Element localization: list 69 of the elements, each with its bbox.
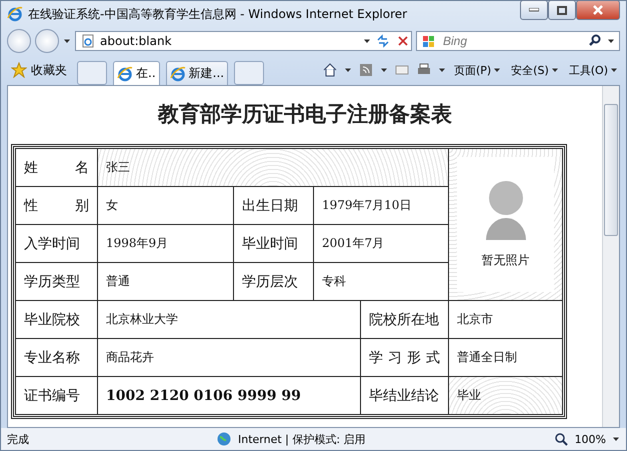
globe-icon <box>216 431 232 447</box>
field-value: 1002 2120 0106 9999 99 <box>98 377 361 415</box>
browser-tab[interactable]: 在.. <box>113 61 160 85</box>
star-icon <box>11 62 27 78</box>
caret-icon <box>363 37 371 45</box>
maximize-icon <box>557 6 567 14</box>
field-label: 毕业院校 <box>16 301 98 339</box>
caret-icon <box>612 435 620 443</box>
caret-icon <box>344 66 352 74</box>
ie-logo-icon <box>117 66 133 82</box>
address-field[interactable]: about:blank <box>75 31 412 51</box>
feed-icon <box>358 62 374 78</box>
field-value: 2001年7月 <box>314 225 449 263</box>
browser-tab[interactable]: 新建... <box>166 61 228 85</box>
field-label: 学历层次 <box>234 263 314 301</box>
ie-logo-icon <box>7 6 23 22</box>
zoom-level[interactable]: 100% <box>574 432 606 446</box>
caret-icon <box>550 66 559 74</box>
document-title: 教育部学历证书电子注册备案表 <box>158 101 452 128</box>
minimize-button[interactable] <box>520 0 548 20</box>
field-label: 专业名称 <box>16 339 98 377</box>
caret-icon <box>63 37 71 45</box>
field-value: 1998年9月 <box>98 225 234 263</box>
caret-icon <box>438 66 446 74</box>
field-label: 入学时间 <box>16 225 98 263</box>
field-value: 普通 <box>98 263 234 301</box>
field-value: 女 <box>98 187 234 225</box>
search-field[interactable]: Bing <box>416 31 620 51</box>
field-value: 商品花卉 <box>98 339 361 377</box>
field-label: 学习形式 <box>361 339 449 377</box>
back-button[interactable] <box>7 29 31 53</box>
security-zone-text: Internet | 保护模式: 启用 <box>238 432 366 446</box>
field-label: 出生日期 <box>234 187 314 225</box>
caret-icon <box>380 66 388 74</box>
close-button[interactable] <box>576 0 620 20</box>
caret-icon <box>610 66 618 74</box>
home-icon <box>322 62 338 78</box>
photo-caption: 暂无照片 <box>482 252 530 269</box>
caret-icon <box>493 66 502 74</box>
page-icon <box>80 33 96 49</box>
command-menu[interactable]: 安全(S) <box>509 60 561 80</box>
new-tab-button[interactable] <box>234 61 264 85</box>
zoom-icon <box>552 431 569 447</box>
field-value: 1979年7月10日 <box>314 187 449 225</box>
status-text: 完成 <box>7 432 29 446</box>
caret-icon <box>607 37 615 45</box>
field-value: 专科 <box>314 263 449 301</box>
field-label: 学历类型 <box>16 263 98 301</box>
scrollbar[interactable] <box>602 86 619 427</box>
field-value: 北京林业大学 <box>98 301 361 339</box>
command-menu[interactable]: 页面(P) <box>452 60 504 80</box>
favorites-button[interactable]: 收藏夹 <box>7 60 71 80</box>
field-value: 北京市 <box>449 301 563 339</box>
close-icon <box>593 5 603 15</box>
ie-logo-icon <box>170 66 186 82</box>
field-label: 证书编号 <box>16 377 98 415</box>
minimize-icon <box>529 8 539 12</box>
flag-logo-icon <box>421 33 437 49</box>
maximize-button[interactable] <box>548 0 576 20</box>
field-label: 性别 <box>16 187 98 225</box>
quick-tabs-button[interactable] <box>77 61 107 85</box>
field-value: 张三 <box>98 149 449 187</box>
command-menu[interactable]: 工具(O) <box>566 60 620 80</box>
field-label: 院校所在地 <box>361 301 449 339</box>
field-label: 毕业时间 <box>234 225 314 263</box>
refresh-icon <box>375 33 391 49</box>
forward-button[interactable] <box>35 29 59 53</box>
window-title: 在线验证系统-中国高等教育学生信息网 - Windows Internet Explorer <box>28 6 408 22</box>
field-value: 毕业 <box>449 377 563 415</box>
